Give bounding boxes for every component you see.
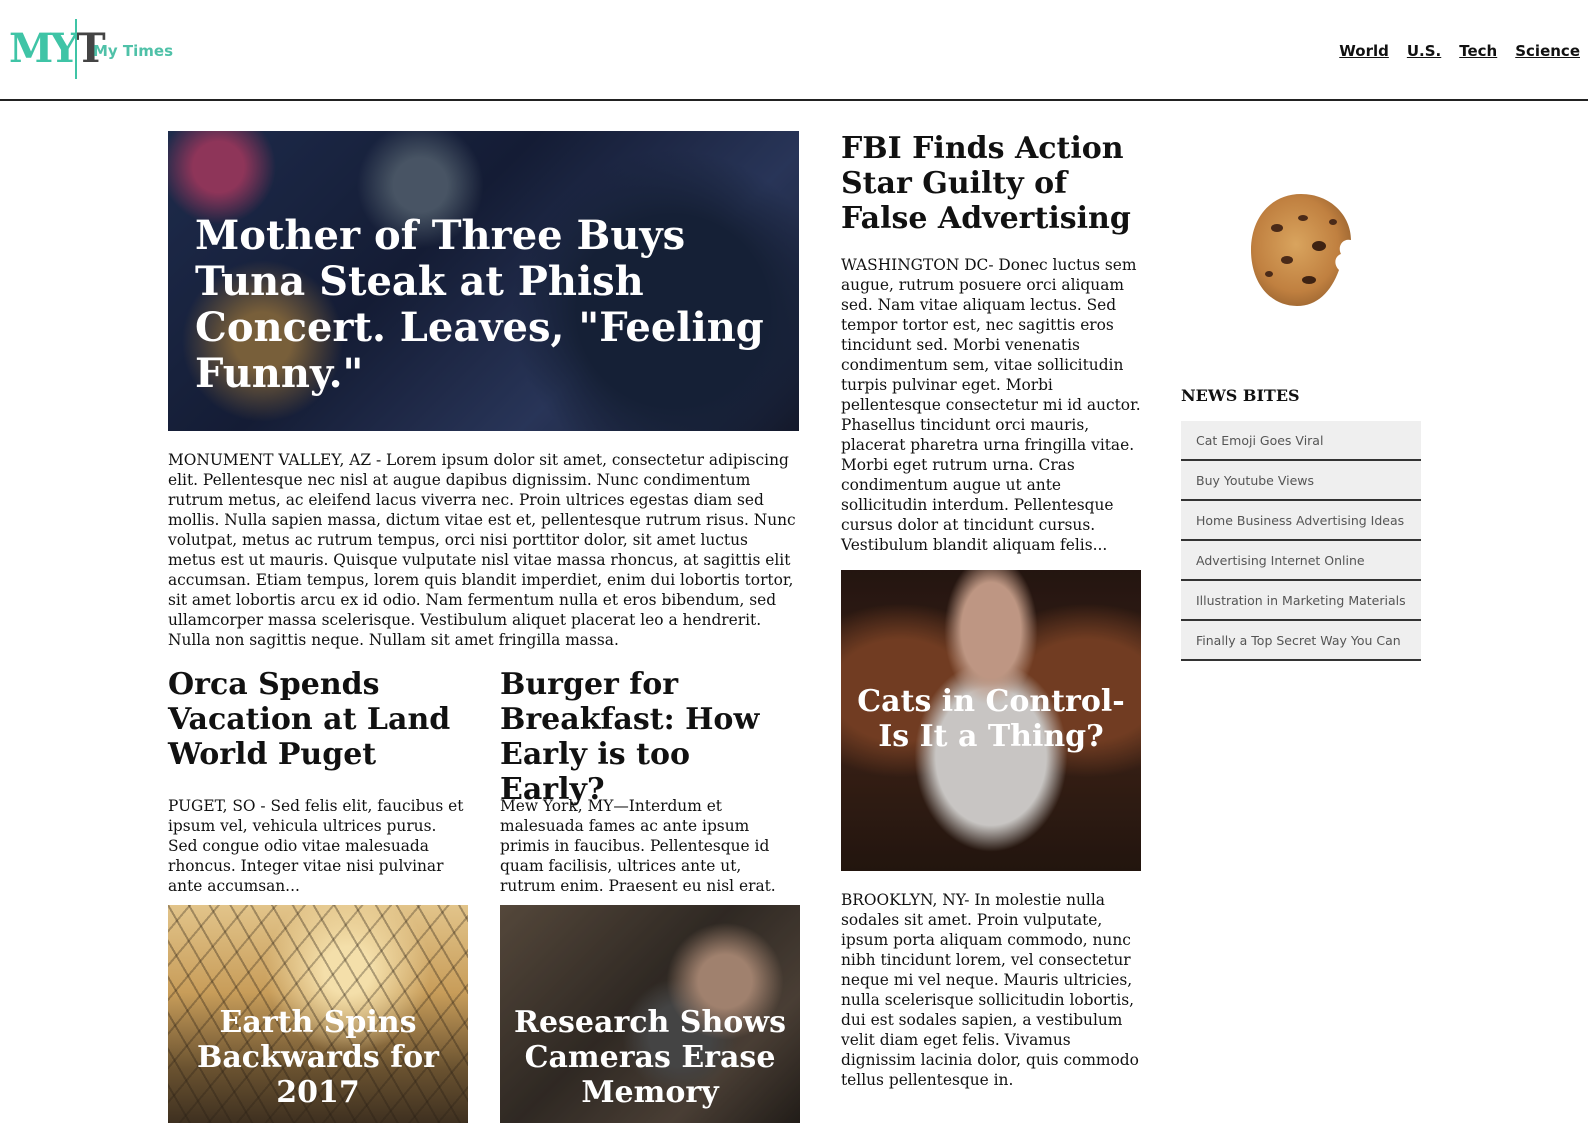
site-logo[interactable]: MYT	[9, 25, 106, 72]
brooklyn-article-body: BROOKLYN, NY- In molestie nulla sodales …	[841, 891, 1139, 1089]
cookie-image	[1251, 194, 1351, 306]
earth-article-title[interactable]: Earth Spins Backwards for 2017	[168, 1005, 468, 1110]
news-bites-heading: NEWS BITES	[1181, 386, 1300, 405]
logo-letters-my: MY	[9, 25, 79, 72]
nav-link-us[interactable]: U.S.	[1407, 42, 1441, 60]
news-bite-item[interactable]: Illustration in Marketing Materials	[1181, 581, 1421, 621]
news-bite-item[interactable]: Advertising Internet Online	[1181, 541, 1421, 581]
news-bite-item[interactable]: Cat Emoji Goes Viral	[1181, 421, 1421, 461]
logo-divider	[75, 19, 77, 79]
news-bite-item[interactable]: Buy Youtube Views	[1181, 461, 1421, 501]
news-bites-list: Cat Emoji Goes Viral Buy Youtube Views H…	[1181, 421, 1421, 661]
news-bite-item[interactable]: Home Business Advertising Ideas	[1181, 501, 1421, 541]
news-bite-item[interactable]: Finally a Top Secret Way You Can	[1181, 621, 1421, 661]
nav-link-science[interactable]: Science	[1515, 42, 1580, 60]
cats-article-card[interactable]: Cats in Control-Is It a Thing?	[841, 570, 1141, 871]
brand-name[interactable]: My Times	[93, 42, 173, 60]
burger-article-title[interactable]: Burger for Breakfast: How Early is too E…	[500, 667, 800, 807]
main-nav: World U.S. Tech Science	[1339, 42, 1580, 60]
site-header: MYT My Times World U.S. Tech Science	[0, 0, 1588, 101]
fbi-article-body: WASHINGTON DC- Donec luctus sem augue, r…	[841, 256, 1141, 554]
fbi-article-title[interactable]: FBI Finds Action Star Guilty of False Ad…	[841, 131, 1161, 236]
hero-article-body: MONUMENT VALLEY, AZ - Lorem ipsum dolor …	[168, 451, 796, 649]
hero-article-image[interactable]: Mother of Three Buys Tuna Steak at Phish…	[168, 131, 799, 431]
orca-article-title[interactable]: Orca Spends Vacation at Land World Puget	[168, 667, 468, 772]
cats-article-title[interactable]: Cats in Control-Is It a Thing?	[841, 684, 1141, 754]
nav-link-tech[interactable]: Tech	[1459, 42, 1497, 60]
burger-article-body: Mew York, MY—Interdum et malesuada fames…	[500, 797, 776, 895]
orca-article-body: PUGET, SO - Sed felis elit, faucibus et …	[168, 797, 464, 895]
camera-article-title[interactable]: Research Shows Cameras Erase Memory	[500, 1005, 800, 1110]
nav-link-world[interactable]: World	[1339, 42, 1389, 60]
hero-article-title[interactable]: Mother of Three Buys Tuna Steak at Phish…	[195, 213, 775, 397]
earth-article-card[interactable]: Earth Spins Backwards for 2017	[168, 905, 468, 1123]
camera-article-card[interactable]: Research Shows Cameras Erase Memory	[500, 905, 800, 1123]
